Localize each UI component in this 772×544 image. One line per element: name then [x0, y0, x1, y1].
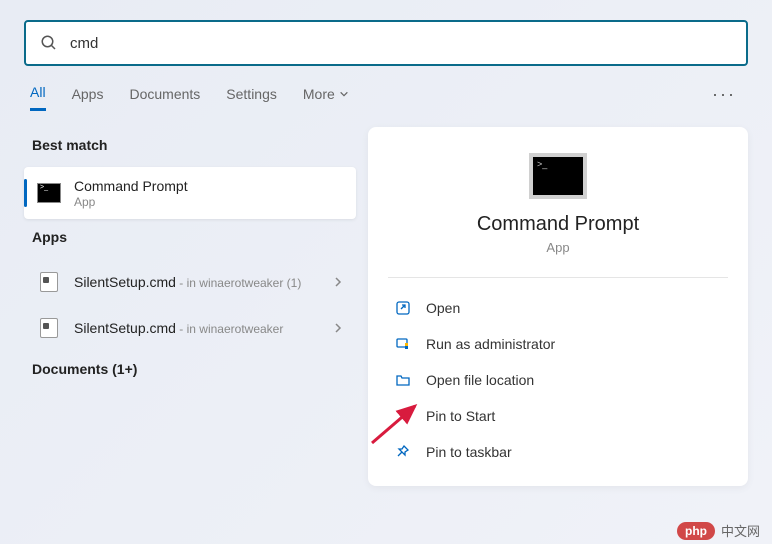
- open-icon: [394, 299, 412, 317]
- action-pin-start[interactable]: Pin to Start: [388, 398, 728, 434]
- admin-shield-icon: [394, 335, 412, 353]
- tab-all[interactable]: All: [30, 84, 46, 111]
- chevron-right-icon: [332, 322, 344, 334]
- result-item[interactable]: SilentSetup.cmd - in winaerotweaker (1): [24, 259, 356, 305]
- divider: [388, 277, 728, 278]
- section-best-match: Best match: [24, 127, 356, 167]
- action-open[interactable]: Open: [388, 290, 728, 326]
- search-value: cmd: [70, 35, 98, 52]
- search-icon: [40, 34, 58, 52]
- section-apps: Apps: [24, 219, 356, 259]
- folder-icon: [394, 371, 412, 389]
- preview-title: Command Prompt: [388, 213, 728, 236]
- preview-subtitle: App: [388, 240, 728, 255]
- result-item[interactable]: SilentSetup.cmd - in winaerotweaker: [24, 305, 356, 351]
- file-icon: [36, 269, 62, 295]
- tab-more[interactable]: More: [303, 86, 349, 110]
- command-prompt-icon: [36, 180, 62, 206]
- search-box[interactable]: cmd: [24, 20, 748, 66]
- action-run-admin[interactable]: Run as administrator: [388, 326, 728, 362]
- tab-settings[interactable]: Settings: [226, 86, 277, 110]
- file-icon: [36, 315, 62, 341]
- chevron-down-icon: [339, 89, 349, 99]
- annotation-arrow: [367, 398, 427, 448]
- tab-documents[interactable]: Documents: [129, 86, 200, 110]
- filter-tabs: All Apps Documents Settings More ···: [8, 66, 764, 121]
- action-open-location[interactable]: Open file location: [388, 362, 728, 398]
- chevron-right-icon: [332, 276, 344, 288]
- results-panel: Best match Command Prompt App Apps Silen…: [24, 127, 356, 486]
- tab-apps[interactable]: Apps: [72, 86, 104, 110]
- section-documents: Documents (1+): [24, 351, 356, 391]
- command-prompt-icon: [529, 153, 587, 199]
- preview-icon-wrap: [388, 143, 728, 213]
- result-command-prompt[interactable]: Command Prompt App: [24, 167, 356, 219]
- more-options-button[interactable]: ···: [712, 84, 736, 105]
- action-pin-taskbar[interactable]: Pin to taskbar: [388, 434, 728, 470]
